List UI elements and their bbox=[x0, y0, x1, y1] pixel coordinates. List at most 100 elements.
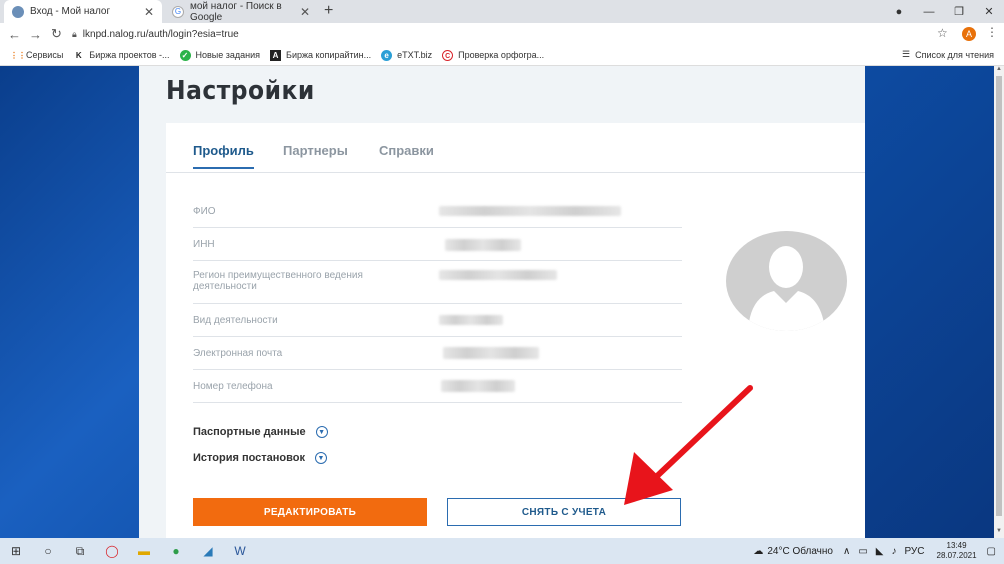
tab-certificates[interactable]: Справки bbox=[379, 143, 434, 167]
windows-taskbar: ⊞ ○ ⧉ ◯ ▬ ● ◢ W ☁ 24°C Облачно ∧ ▭ ◣ ♪ Р… bbox=[0, 538, 1004, 564]
redacted-value bbox=[439, 206, 621, 216]
system-tray: ☁ 24°C Облачно ∧ ▭ ◣ ♪ РУС 13:49 28.07.2… bbox=[753, 538, 1004, 564]
passport-data-toggle[interactable]: Паспортные данные ▼ bbox=[193, 426, 328, 438]
reading-list-icon: ☰ bbox=[902, 49, 911, 59]
back-button[interactable]: ← bbox=[4, 27, 25, 42]
field-label: Вид деятельности bbox=[193, 315, 278, 326]
start-windows-icon[interactable]: ⊞ bbox=[0, 538, 32, 564]
minimize-button[interactable]: — bbox=[914, 6, 944, 18]
page-viewport: Настройки Профиль Партнеры Справки ФИО И… bbox=[0, 66, 1004, 538]
word-icon[interactable]: W bbox=[224, 538, 256, 564]
browser-tab-google[interactable]: G мой налог - Поиск в Google ✕ bbox=[164, 0, 318, 23]
url-text: lknpd.nalog.ru/auth/login?esia=true bbox=[82, 28, 239, 40]
field-label: ИНН bbox=[193, 239, 215, 250]
field-label: Регион преимущественного ведения деятель… bbox=[193, 270, 363, 292]
restore-button[interactable]: ❐ bbox=[944, 5, 974, 18]
scroll-up-icon[interactable]: ▲ bbox=[994, 66, 1004, 76]
wifi-icon[interactable]: ◣ bbox=[876, 546, 884, 557]
search-icon[interactable]: ○ bbox=[32, 538, 64, 564]
settings-page: Настройки Профиль Партнеры Справки ФИО И… bbox=[139, 66, 865, 538]
redacted-value bbox=[439, 270, 557, 280]
etxt-icon: e bbox=[381, 49, 393, 61]
field-label: ФИО bbox=[193, 206, 216, 217]
field-row-email: Электронная почта bbox=[193, 337, 682, 370]
page-title: Настройки bbox=[166, 76, 315, 106]
window-controls: ● — ❐ ✕ bbox=[884, 0, 1004, 23]
bookmark-label: Сервисы bbox=[26, 50, 64, 60]
redacted-value bbox=[439, 315, 503, 325]
section-label: История постановок bbox=[193, 452, 305, 464]
chevron-up-icon[interactable]: ∧ bbox=[843, 546, 850, 557]
close-tab-icon[interactable]: ✕ bbox=[300, 5, 310, 19]
tab-title: мой налог - Поиск в Google bbox=[190, 0, 282, 23]
tab-title: Вход - Мой налог bbox=[30, 6, 111, 17]
tab-partners[interactable]: Партнеры bbox=[283, 143, 348, 167]
deregister-button[interactable]: СНЯТЬ С УЧЕТА bbox=[447, 498, 681, 526]
weather-icon: ☁ bbox=[753, 545, 764, 557]
apps-grid-icon: ⋮⋮ bbox=[10, 50, 26, 60]
scroll-down-icon[interactable]: ▼ bbox=[994, 528, 1004, 538]
field-row-phone: Номер телефона bbox=[193, 370, 682, 403]
field-row-fio: ФИО bbox=[193, 195, 682, 228]
forward-button[interactable]: → bbox=[25, 27, 46, 42]
scrollbar-thumb[interactable] bbox=[996, 76, 1002, 516]
reload-button[interactable]: ↻ bbox=[46, 26, 67, 42]
section-label: Паспортные данные bbox=[193, 426, 306, 438]
google-favicon-icon: G bbox=[172, 5, 184, 18]
close-window-button[interactable]: ✕ bbox=[974, 5, 1004, 18]
tab-search-icon[interactable]: ● bbox=[884, 6, 914, 18]
a-logo-icon: A bbox=[270, 49, 282, 61]
volume-icon[interactable]: ♪ bbox=[891, 546, 896, 557]
clock[interactable]: 13:49 28.07.2021 bbox=[937, 541, 977, 561]
opera-icon[interactable]: ◯ bbox=[96, 538, 128, 564]
new-tab-button[interactable]: + bbox=[324, 2, 333, 20]
chevron-down-icon: ▼ bbox=[315, 426, 328, 438]
weather-text[interactable]: 24°C Облачно bbox=[767, 546, 833, 557]
bookmark-star-icon[interactable]: ☆ bbox=[937, 26, 948, 40]
field-row-region: Регион преимущественного ведения деятель… bbox=[193, 261, 682, 304]
close-tab-icon[interactable]: ✕ bbox=[144, 5, 154, 19]
bookmark-label: eTXT.biz bbox=[397, 50, 433, 60]
lock-icon: 🔒︎ bbox=[72, 28, 77, 39]
field-row-inn: ИНН bbox=[193, 228, 682, 261]
bookmark-item[interactable]: C Проверка орфогра... bbox=[442, 49, 544, 61]
bookmark-label: Биржа копирайтин... bbox=[286, 50, 372, 60]
page-scrollbar[interactable]: ▲ ▼ bbox=[994, 66, 1004, 538]
address-bar: ← → ↻ 🔒︎ lknpd.nalog.ru/auth/login?esia=… bbox=[0, 23, 1004, 45]
task-view-icon[interactable]: ⧉ bbox=[64, 538, 96, 564]
bookmark-item[interactable]: K Биржа проектов -... bbox=[73, 50, 170, 61]
language-indicator[interactable]: РУС bbox=[904, 546, 924, 557]
chevron-down-icon: ▼ bbox=[315, 452, 327, 464]
site-favicon-icon bbox=[12, 5, 24, 18]
edit-button[interactable]: РЕДАКТИРОВАТЬ bbox=[193, 498, 427, 526]
file-explorer-icon[interactable]: ▬ bbox=[128, 538, 160, 564]
bookmark-item[interactable]: e eTXT.biz bbox=[381, 49, 433, 61]
profile-avatar[interactable]: A bbox=[962, 27, 976, 41]
field-label: Электронная почта bbox=[193, 348, 283, 359]
redacted-value bbox=[441, 380, 515, 392]
reading-list-label: Список для чтения bbox=[915, 49, 994, 60]
battery-icon[interactable]: ▭ bbox=[858, 546, 867, 557]
bookmark-label: Новые задания bbox=[195, 50, 261, 60]
browser-tab-active[interactable]: Вход - Мой налог ✕ bbox=[4, 0, 162, 23]
field-row-activity: Вид деятельности bbox=[193, 304, 682, 337]
bookmark-services[interactable]: ⋮⋮ Сервисы bbox=[10, 50, 63, 61]
k-logo-icon: K bbox=[75, 50, 82, 60]
bookmark-item[interactable]: A Биржа копирайтин... bbox=[270, 49, 372, 61]
chrome-icon[interactable]: ● bbox=[160, 538, 192, 564]
app-icon[interactable]: ◢ bbox=[192, 538, 224, 564]
field-label: Номер телефона bbox=[193, 381, 273, 392]
notifications-icon[interactable]: ▢ bbox=[987, 546, 996, 557]
avatar bbox=[726, 231, 847, 331]
bookmark-item[interactable]: ✓ Новые задания bbox=[179, 49, 261, 61]
tab-profile[interactable]: Профиль bbox=[193, 143, 254, 169]
reading-list[interactable]: ☰ Список для чтения bbox=[902, 49, 994, 60]
url-input[interactable]: 🔒︎ lknpd.nalog.ru/auth/login?esia=true bbox=[72, 25, 932, 43]
clock-date: 28.07.2021 bbox=[936, 551, 977, 560]
spellcheck-icon: C bbox=[442, 49, 454, 61]
redacted-value bbox=[443, 347, 539, 359]
redacted-value bbox=[445, 239, 521, 251]
registration-history-toggle[interactable]: История постановок ▼ bbox=[193, 452, 327, 464]
browser-menu-icon[interactable]: ⋮ bbox=[986, 25, 998, 39]
browser-tab-strip: Вход - Мой налог ✕ G мой налог - Поиск в… bbox=[0, 0, 1004, 23]
